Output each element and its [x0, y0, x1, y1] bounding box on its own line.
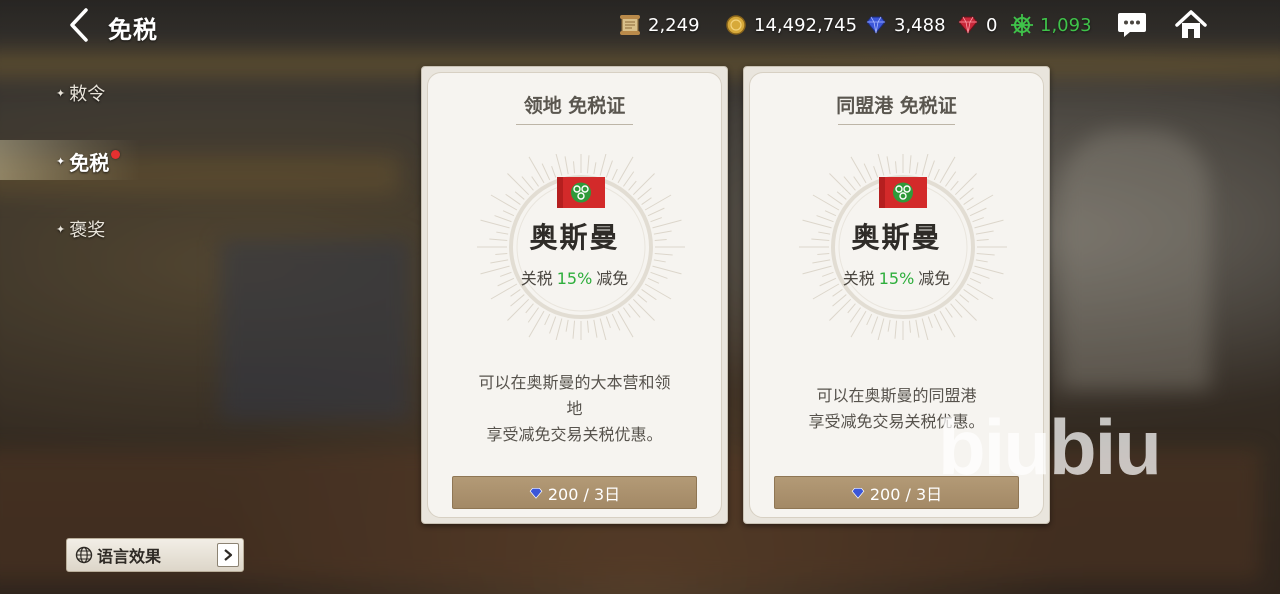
territory-exemption-card: 领地 免税证 奥斯曼 关税 15% 减免 可以在奥斯曼的大本营和领 地 享受减免交易… [421, 66, 728, 524]
resource-ruby: 0 [956, 12, 997, 38]
sidebar-item-label: 褒奖 [69, 220, 106, 241]
resource-gold: 14,492,745 [724, 12, 857, 38]
nation-name: 奥斯曼 [529, 221, 620, 254]
chat-bubble-icon [1118, 13, 1146, 37]
title-divider [516, 124, 633, 125]
nation-name: 奥斯曼 [851, 221, 942, 254]
language-effect-button[interactable]: 语言效果 [66, 538, 244, 572]
tariff-prefix: 关税 [520, 269, 553, 288]
resource-scroll: 2,249 [618, 12, 700, 38]
price-label: 200 / 3日 [547, 484, 621, 504]
scroll-icon [618, 13, 642, 37]
ottoman-flag-icon [557, 177, 605, 208]
notification-dot [111, 150, 121, 159]
sidebar-item-edict[interactable]: ✦ 敕令 [56, 80, 105, 106]
back-button[interactable] [62, 6, 96, 44]
star-bullet-icon: ✦ [56, 155, 66, 168]
description-line: 可以在奥斯曼的大本营和领 [478, 373, 671, 392]
tariff-suffix: 减免 [596, 269, 629, 288]
ottoman-flag-icon [879, 177, 927, 208]
chat-button[interactable] [1116, 10, 1148, 40]
sidebar-item-label: 免税 [69, 151, 110, 175]
home-icon [1175, 10, 1207, 38]
tariff-suffix: 减免 [918, 269, 951, 288]
tariff-line: 关税 15% 减免 [750, 265, 1043, 289]
star-bullet-icon: ✦ [56, 222, 66, 236]
watermark: biubiu [938, 403, 1162, 491]
title-divider [838, 124, 955, 125]
ruby-icon [956, 13, 980, 37]
ruby-count: 0 [986, 14, 998, 36]
home-button[interactable] [1174, 8, 1208, 42]
gold-coin-icon [724, 13, 748, 37]
tariff-percent: 15% [878, 269, 915, 288]
description-line: 地 [566, 399, 583, 418]
chevron-right-icon [217, 543, 239, 567]
resource-sapphire: 3,488 [864, 12, 946, 38]
chevron-left-icon [70, 8, 88, 42]
ship-wheel-count: 1,093 [1040, 14, 1092, 36]
sapphire-icon [851, 487, 865, 499]
tariff-prefix: 关税 [842, 269, 875, 288]
resource-ship-wheel: 1,093 [1010, 12, 1092, 38]
sapphire-icon [529, 487, 543, 499]
scroll-count: 2,249 [648, 14, 700, 36]
tariff-line: 关税 15% 减免 [428, 265, 721, 289]
sidebar-item-tax-exemption[interactable]: ✦ 免税 [56, 147, 121, 176]
card-title: 领地 免税证 [523, 95, 626, 117]
sidebar-item-label: 敕令 [69, 84, 106, 105]
sidebar-item-reward[interactable]: ✦ 褒奖 [56, 216, 105, 242]
globe-icon [75, 546, 93, 564]
purchase-button[interactable]: 200 / 3日 [452, 476, 697, 509]
card-title: 同盟港 免税证 [836, 95, 957, 117]
sapphire-icon [864, 13, 888, 37]
page-title: 免税 [108, 16, 158, 44]
star-bullet-icon: ✦ [56, 86, 66, 100]
gold-count: 14,492,745 [754, 14, 858, 36]
description-line: 享受减免交易关税优惠。 [486, 425, 663, 444]
ship-wheel-icon [1010, 13, 1034, 37]
sapphire-count: 3,488 [894, 14, 946, 36]
card-description: 可以在奥斯曼的大本营和领 地 享受减免交易关税优惠。 [468, 370, 681, 448]
language-effect-label: 语言效果 [97, 547, 162, 566]
price-label: 200 / 3日 [869, 484, 943, 504]
tariff-percent: 15% [556, 269, 593, 288]
